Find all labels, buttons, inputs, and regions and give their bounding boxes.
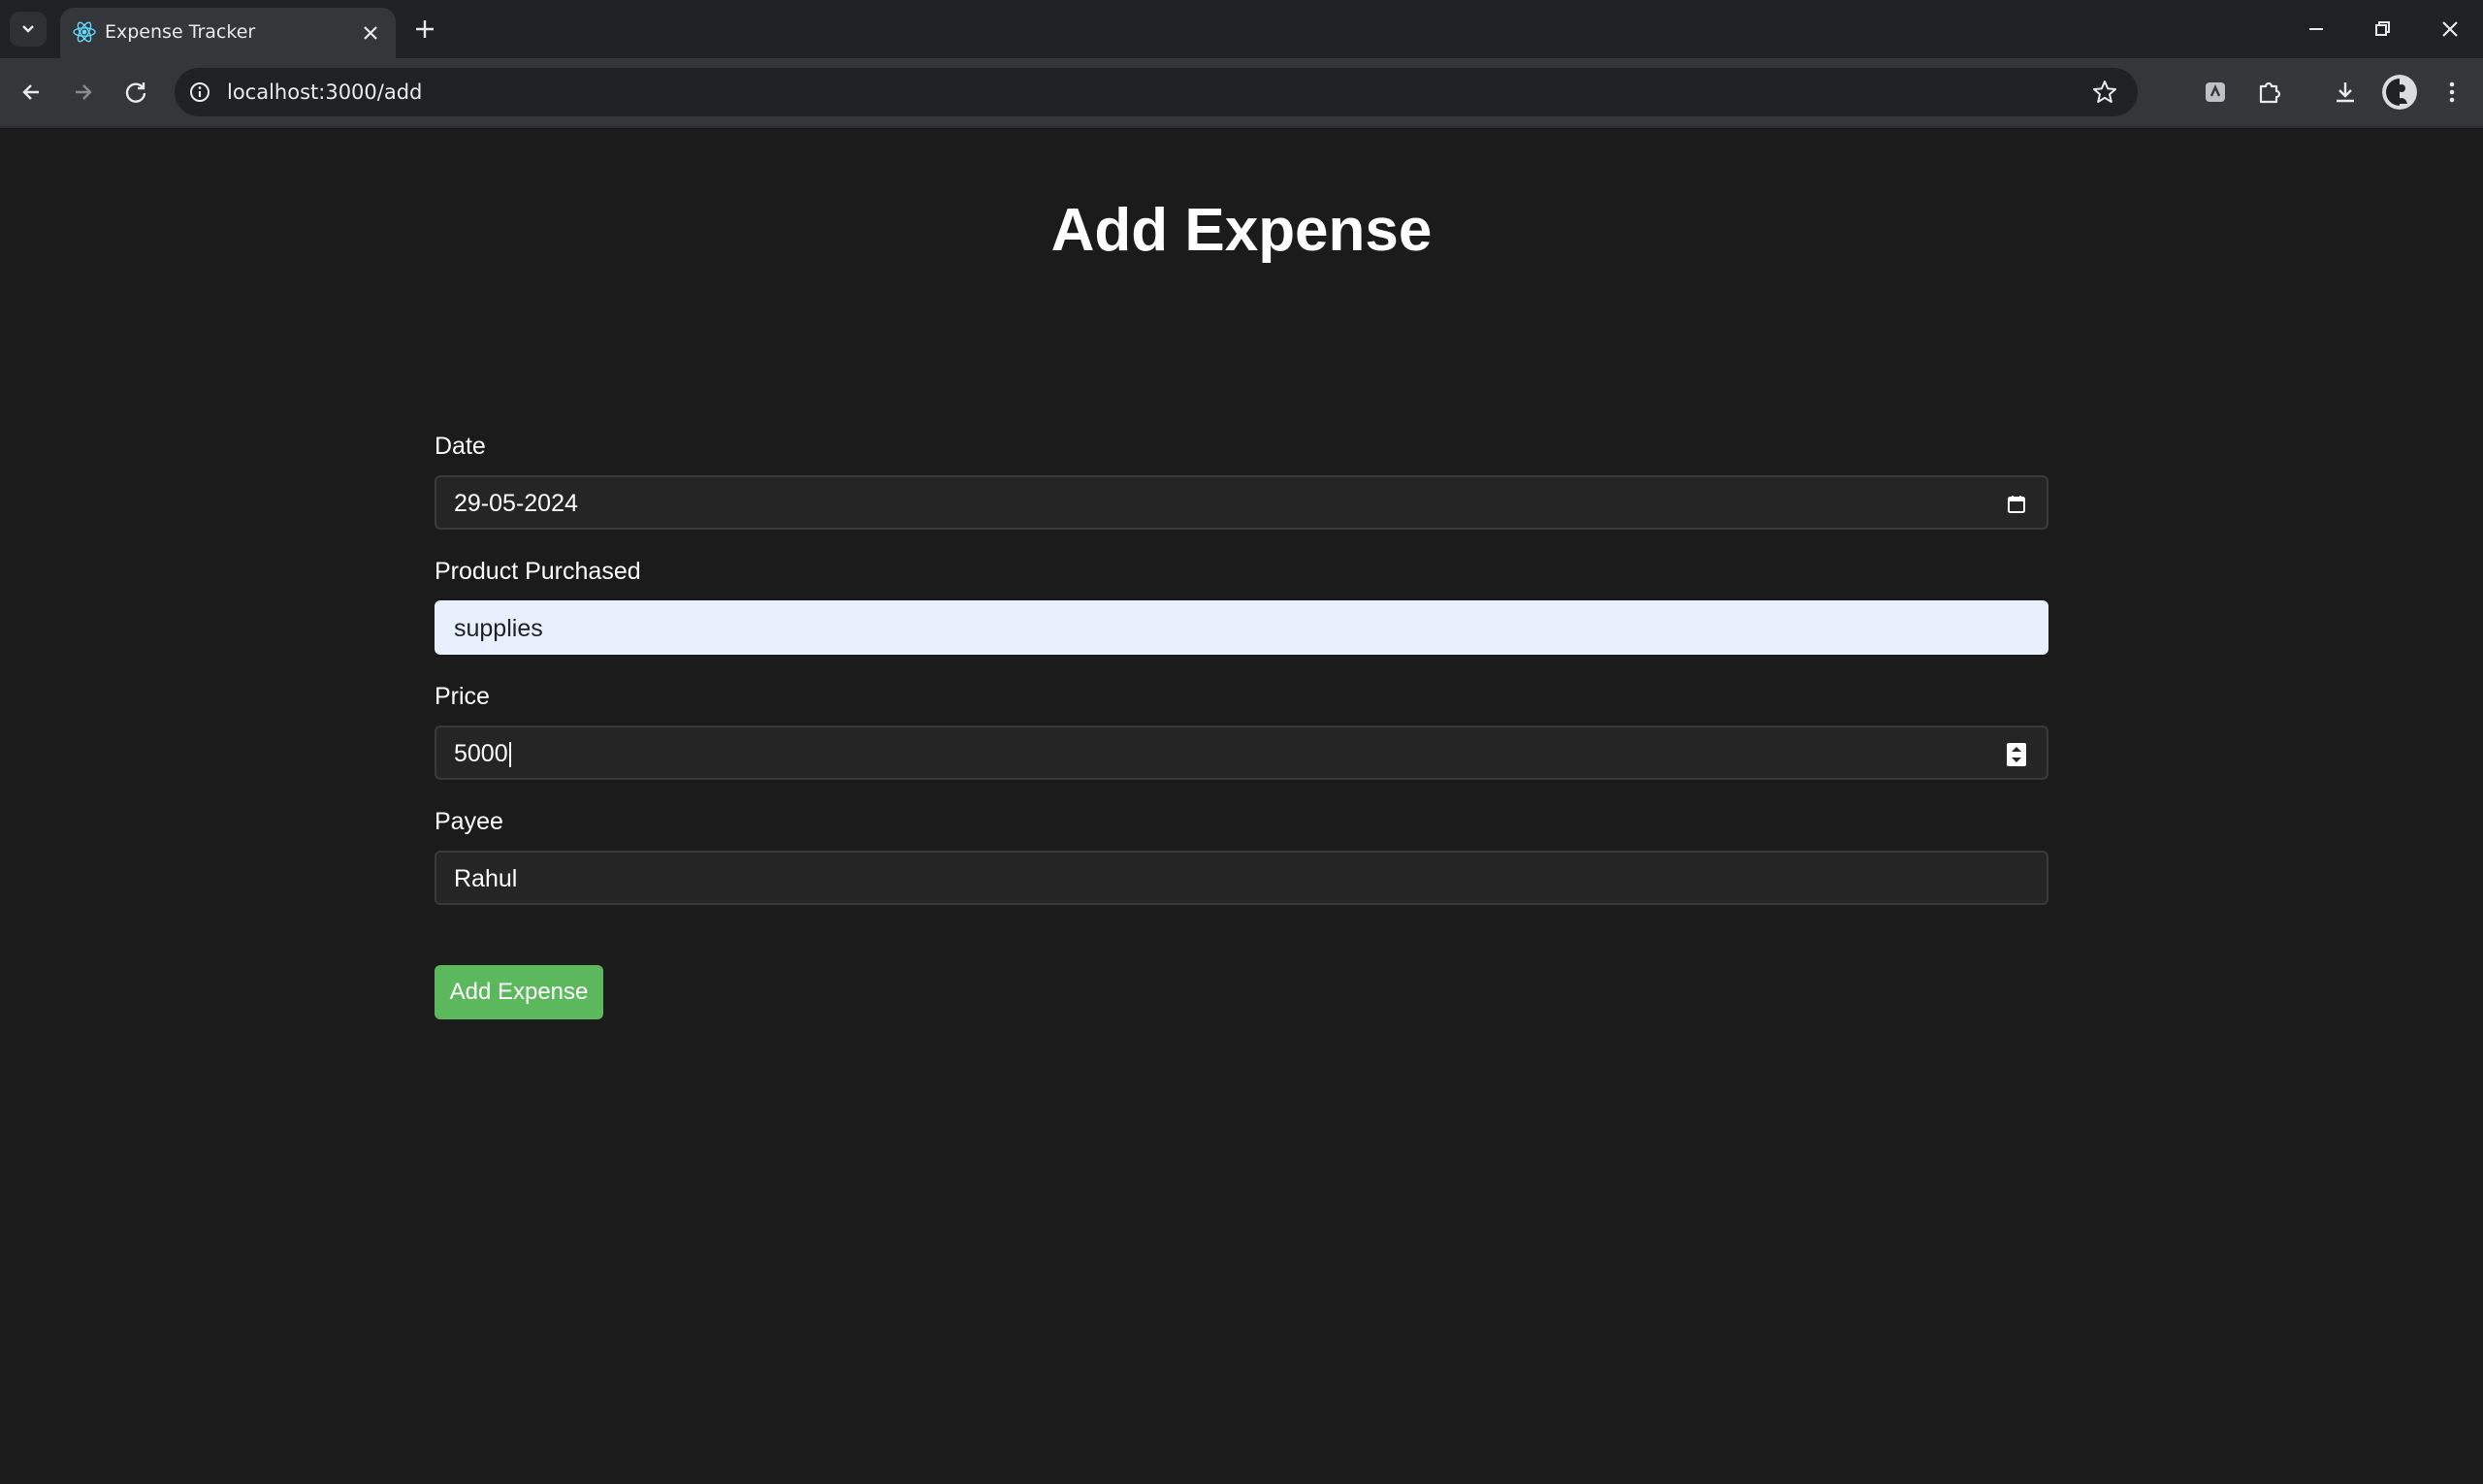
more-vertical-icon[interactable] bbox=[2435, 75, 2469, 110]
tab-strip: Expense Tracker bbox=[0, 0, 2483, 58]
react-icon bbox=[73, 21, 96, 43]
url-text: localhost:3000/add bbox=[227, 81, 423, 104]
avatar[interactable] bbox=[2382, 75, 2417, 110]
forward-arrow-icon[interactable] bbox=[66, 75, 101, 110]
tab-search-button[interactable] bbox=[10, 12, 47, 47]
product-value: supplies bbox=[454, 615, 543, 642]
payee-label: Payee bbox=[435, 808, 503, 835]
restore-icon[interactable] bbox=[2367, 14, 2398, 45]
download-icon[interactable] bbox=[2328, 75, 2363, 110]
extension-icon[interactable] bbox=[2198, 75, 2233, 110]
page-title: Add Expense bbox=[1050, 197, 1433, 264]
payee-input[interactable]: Rahul bbox=[435, 851, 2048, 905]
price-input[interactable]: 5000 bbox=[435, 726, 2048, 780]
date-label: Date bbox=[435, 433, 486, 460]
spinner-icon[interactable] bbox=[2004, 742, 2029, 767]
product-label: Product Purchased bbox=[435, 558, 641, 585]
close-icon[interactable] bbox=[359, 21, 382, 45]
info-icon[interactable] bbox=[188, 81, 211, 104]
price-value-wrapper: 5000 bbox=[454, 740, 511, 768]
close-icon[interactable] bbox=[2435, 14, 2466, 45]
product-input[interactable]: supplies bbox=[435, 600, 2048, 655]
price-label: Price bbox=[435, 683, 490, 710]
tab-title: Expense Tracker bbox=[105, 21, 256, 43]
reload-icon[interactable] bbox=[118, 75, 153, 110]
page-content: Add Expense Date 29-05-2024 Product Purc… bbox=[0, 128, 2483, 1484]
star-icon[interactable] bbox=[2091, 79, 2118, 106]
plus-icon[interactable] bbox=[411, 16, 438, 43]
tab-expense-tracker[interactable]: Expense Tracker bbox=[60, 8, 396, 58]
profile-icon bbox=[2382, 75, 2417, 110]
puzzle-icon[interactable] bbox=[2252, 75, 2287, 110]
minimize-icon[interactable] bbox=[2301, 14, 2332, 45]
calendar-icon[interactable] bbox=[2004, 492, 2029, 517]
browser-toolbar: localhost:3000/add bbox=[0, 58, 2483, 126]
address-bar[interactable]: localhost:3000/add bbox=[175, 68, 2138, 116]
payee-value: Rahul bbox=[454, 865, 518, 892]
price-value: 5000 bbox=[454, 740, 508, 767]
chevron-down-icon bbox=[22, 25, 34, 33]
back-arrow-icon[interactable] bbox=[14, 75, 48, 110]
text-caret bbox=[508, 742, 511, 768]
date-input[interactable]: 29-05-2024 bbox=[435, 475, 2048, 530]
add-expense-button[interactable]: Add Expense bbox=[435, 965, 603, 1019]
date-value: 29-05-2024 bbox=[454, 490, 578, 517]
